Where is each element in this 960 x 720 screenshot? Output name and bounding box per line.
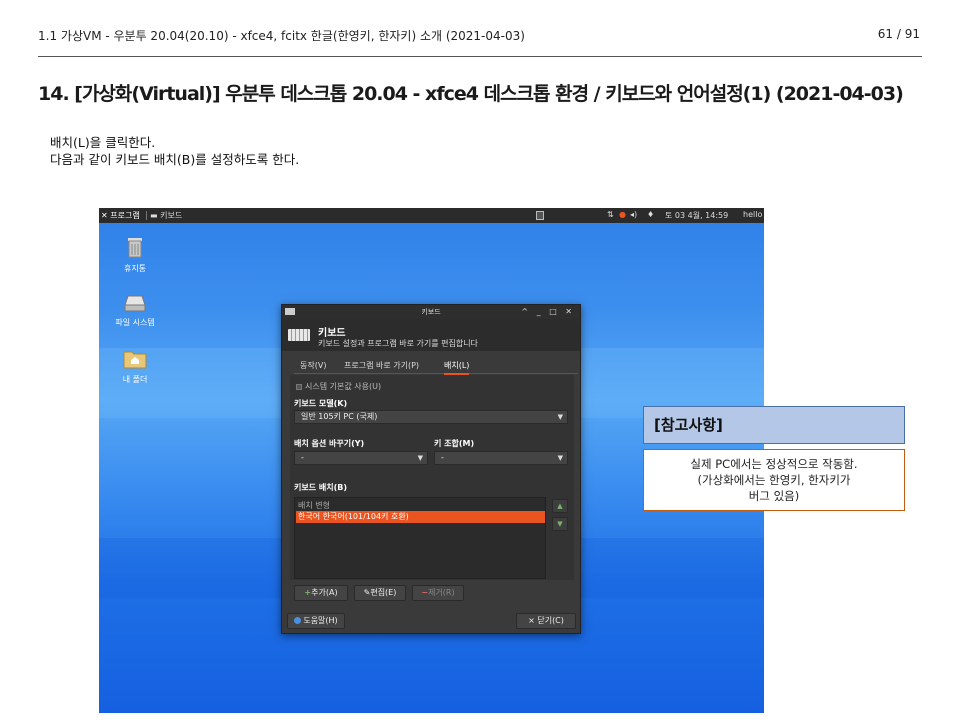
dialog-subtitle: 키보드 설정과 프로그램 바로 가기를 편집합니다 <box>318 339 478 348</box>
header-divider <box>38 56 922 57</box>
callout-line-2: (가상화에서는 한영키, 한자키가 <box>697 473 851 487</box>
drive-icon <box>124 295 146 312</box>
keyboard-model-label: 키보드 모델(K) <box>294 399 348 408</box>
trash-icon <box>128 238 142 258</box>
browser-icon[interactable]: ● <box>619 210 626 219</box>
network-icon[interactable]: ⇅ <box>607 210 614 219</box>
move-up-button[interactable]: ▲ <box>552 499 568 513</box>
list-item-korean[interactable]: 한국어 한국어(101/104키 호환) <box>296 511 545 523</box>
remove-layout-button[interactable]: −제거(R) <box>412 585 464 601</box>
callout-title: [참고사항] <box>643 406 905 444</box>
close-icon: × <box>528 616 538 625</box>
clock[interactable]: 토 03 4월, 14:59 <box>665 210 728 221</box>
dialog-header: 키보드 키보드 설정과 프로그램 바로 가기를 편집합니다 <box>282 319 580 351</box>
instructions: 배치(L)을 클릭한다. 다음과 같이 키보드 배치(B)를 설정하도록 한다. <box>50 134 299 168</box>
user-menu[interactable]: hello <box>743 210 762 219</box>
callout-line-1: 실제 PC에서는 정상적으로 작동함. <box>690 457 858 471</box>
notification-icon[interactable]: ♦ <box>647 210 654 219</box>
window-controls[interactable]: ^ _ □ ✕ <box>521 305 575 319</box>
desktop-icon-label: 내 폴더 <box>122 375 148 384</box>
instruction-line-2: 다음과 같이 키보드 배치(B)를 설정하도록 한다. <box>50 152 300 167</box>
layout-panel: 시스템 기본값 사용(U) 키보드 모델(K) 일반 105키 PC (국제) … <box>290 375 574 580</box>
callout-line-3: 버그 있음) <box>748 489 800 503</box>
window-icon: ▬ <box>150 211 161 220</box>
dropdown-arrow-icon: ▼ <box>557 454 563 462</box>
tab-shortcuts[interactable]: 프로그램 바로 가기(P) <box>344 360 419 371</box>
edit-button-label: 편집(E) <box>370 588 397 597</box>
window-menu-icon[interactable] <box>285 308 295 315</box>
keyboard-model-value: 일반 105키 PC (국제) <box>301 412 378 421</box>
system-default-checkbox[interactable]: 시스템 기본값 사용(U) <box>296 381 381 392</box>
dialog-heading: 키보드 <box>318 328 346 339</box>
compose-key-select[interactable]: - ▼ <box>434 451 568 465</box>
dropdown-arrow-icon: ▼ <box>417 454 423 462</box>
close-button[interactable]: × 닫기(C) <box>516 613 576 629</box>
close-button-label: 닫기(C) <box>537 616 564 625</box>
desktop-icon-trash[interactable]: 휴지통 <box>105 236 165 274</box>
add-layout-button[interactable]: +추가(A) <box>294 585 348 601</box>
desktop-icon-home[interactable]: 내 폴더 <box>105 349 165 385</box>
checkbox-box <box>296 383 302 390</box>
document-header: 1.1 가상VM - 우분투 20.04(20.10) - xfce4, fci… <box>38 29 525 43</box>
move-down-button[interactable]: ▼ <box>552 517 568 531</box>
applications-menu[interactable]: ✕ 프로그램 <box>101 210 140 221</box>
compose-key-value: - <box>441 453 444 462</box>
home-folder-icon <box>123 351 147 369</box>
layout-switch-select[interactable]: - ▼ <box>294 451 428 465</box>
tab-layout[interactable]: 배치(L) <box>444 360 470 375</box>
keyboard-dialog: 키보드 ^ _ □ ✕ 키보드 키보드 설정과 프로그램 바로 가기를 편집합니… <box>281 304 581 634</box>
help-button[interactable]: 도움말(H) <box>287 613 345 629</box>
taskbar: ✕ 프로그램 ▬ 키보드 ⇅ ● ◂) ♦ 토 03 4월, 14:59 hel… <box>99 208 764 223</box>
layout-switch-label: 배치 옵션 바꾸기(Y) <box>294 439 365 448</box>
dialog-titlebar[interactable]: 키보드 ^ _ □ ✕ <box>282 305 580 319</box>
taskbar-separator <box>146 211 147 220</box>
page-number: 61 / 91 <box>877 27 920 41</box>
taskbar-window-label: 키보드 <box>160 211 183 220</box>
desktop-icon-filesystem[interactable]: 파일 시스템 <box>105 294 165 328</box>
instruction-line-1: 배치(L)을 클릭한다. <box>50 135 156 150</box>
add-button-label: 추가(A) <box>311 588 338 597</box>
compose-key-label: 키 조합(M) <box>434 439 475 448</box>
help-button-label: 도움말(H) <box>303 616 338 625</box>
remove-button-label: 제거(R) <box>428 588 455 597</box>
workspace-switcher[interactable] <box>536 211 544 220</box>
keyboard-model-select[interactable]: 일반 105키 PC (국제) ▼ <box>294 410 568 424</box>
layout-switch-value: - <box>301 453 304 462</box>
help-icon <box>294 617 302 624</box>
desktop-icon-label: 휴지통 <box>123 264 147 273</box>
list-header: 배치 변형 <box>298 501 330 510</box>
edit-layout-button[interactable]: ✎편집(E) <box>354 585 406 601</box>
keyboard-icon <box>288 329 310 341</box>
taskbar-window-button[interactable]: ▬ 키보드 <box>150 210 182 221</box>
section-title: 14. [가상화(Virtual)] 우분투 데스크톱 20.04 - xfce… <box>38 83 904 105</box>
tab-behavior[interactable]: 동작(V) <box>300 360 326 371</box>
checkbox-label: 시스템 기본값 사용(U) <box>305 382 382 391</box>
volume-icon[interactable]: ◂) <box>630 210 637 219</box>
keyboard-layout-list[interactable]: 배치 변형 한국어 한국어(101/104키 호환) <box>294 497 546 579</box>
keyboard-layout-label: 키보드 배치(B) <box>294 483 347 492</box>
tab-bar: 동작(V) 프로그램 바로 가기(P) 배치(L) <box>294 357 578 375</box>
desktop-icon-label: 파일 시스템 <box>115 318 155 327</box>
dialog-window-title: 키보드 <box>421 308 441 316</box>
dropdown-arrow-icon: ▼ <box>557 413 563 421</box>
callout-body: 실제 PC에서는 정상적으로 작동함. (가상화에서는 한영키, 한자키가 버그… <box>643 449 905 511</box>
